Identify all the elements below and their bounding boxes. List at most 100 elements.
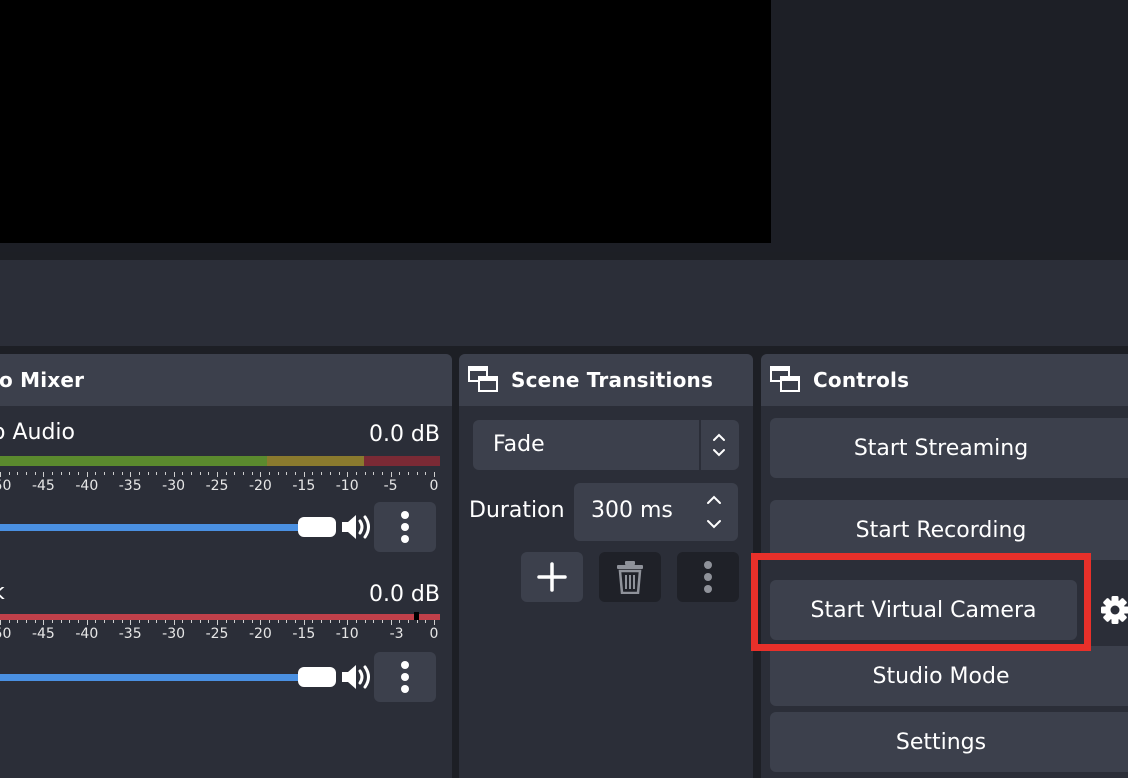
scale-tick: [121, 620, 123, 623]
scale-label: -20: [248, 478, 272, 494]
scale-tick: [243, 620, 245, 623]
preview-area: [0, 0, 1128, 252]
scale-tick: [416, 472, 418, 475]
gear-icon[interactable]: [1093, 580, 1128, 640]
scale-tick: [43, 620, 45, 625]
scale-label: -25: [205, 626, 229, 642]
scale-tick: [60, 472, 62, 475]
start-recording-button[interactable]: Start Recording: [770, 500, 1128, 560]
start-streaming-button[interactable]: Start Streaming: [770, 418, 1128, 478]
scale-tick: [112, 472, 114, 475]
scale-tick: [217, 472, 218, 477]
duration-value: 300 ms: [591, 498, 673, 523]
scale-tick: [355, 620, 357, 623]
scale-tick: [234, 472, 236, 475]
scale-tick: [69, 472, 71, 475]
scale-label: -40: [75, 626, 99, 642]
scale-tick: [190, 620, 192, 623]
scale-tick: [138, 472, 140, 475]
remove-transition-button[interactable]: [599, 552, 661, 602]
scale-label: -35: [118, 478, 142, 494]
scale-label: -35: [118, 626, 142, 642]
scale-tick: [347, 472, 349, 477]
scale-tick: [60, 620, 62, 623]
scale-tick: [373, 620, 375, 623]
scale-tick: [225, 620, 227, 623]
settings-button[interactable]: Settings: [770, 712, 1128, 772]
scale-label: -30: [162, 478, 186, 494]
vertical-dots-icon: [704, 561, 712, 593]
scale-tick: [156, 472, 158, 475]
audio-mixer-title: io Mixer: [0, 368, 85, 392]
scale-tick: [52, 620, 54, 623]
scale-tick: [234, 620, 236, 623]
speaker-icon[interactable]: [340, 662, 374, 692]
scale-tick: [364, 620, 366, 623]
scale-tick: [390, 620, 392, 625]
scale-label: -50: [0, 626, 12, 642]
scene-transitions-header: Scene Transitions: [459, 354, 753, 406]
scale-tick: [95, 620, 97, 623]
scale-tick: [243, 472, 245, 475]
scale-label: 0: [429, 478, 439, 494]
plus-icon: [537, 562, 567, 592]
scale-tick: [390, 472, 392, 477]
chevron-updown-icon[interactable]: [704, 489, 724, 535]
channel-db: 0.0 dB: [368, 422, 440, 447]
audio-mixer-header: io Mixer: [0, 354, 452, 406]
duration-label: Duration: [469, 498, 565, 523]
scale-tick: [112, 620, 114, 623]
scale-tick: [277, 472, 279, 475]
chevron-updown-icon[interactable]: [709, 428, 729, 462]
channel-db: 0.0 dB: [368, 582, 440, 607]
scale-tick: [17, 472, 19, 475]
mixer-channel-1: o Audio 0.0 dB -50-45-40-35-30-25-20-15-…: [0, 406, 452, 556]
scale-label: -45: [31, 626, 55, 642]
scale-tick: [251, 472, 253, 475]
scale-tick: [26, 472, 28, 475]
scale-tick: [434, 472, 435, 477]
scale-tick: [121, 472, 123, 475]
scale-tick: [69, 620, 71, 623]
scale-tick: [208, 472, 210, 475]
add-transition-button[interactable]: [521, 552, 583, 602]
scale-tick: [338, 472, 340, 475]
vertical-dots-icon: [401, 661, 409, 693]
volume-slider-handle[interactable]: [298, 517, 336, 537]
scale-tick: [407, 472, 409, 475]
speaker-icon[interactable]: [340, 512, 374, 542]
scale-label: -20: [248, 626, 272, 642]
scale-tick: [95, 472, 97, 475]
scale-tick: [130, 472, 132, 477]
volume-slider-handle[interactable]: [298, 667, 336, 687]
scale-tick: [26, 620, 28, 623]
scale-tick: [43, 472, 45, 477]
start-virtual-camera-button[interactable]: Start Virtual Camera: [770, 580, 1077, 640]
studio-mode-button[interactable]: Studio Mode: [770, 646, 1128, 706]
scale-tick: [147, 620, 149, 623]
duration-spinbox[interactable]: 300 ms: [574, 483, 738, 541]
scale-label: -3: [389, 626, 404, 642]
scale-label: -5: [383, 478, 398, 494]
scale-label: 0: [429, 626, 439, 642]
level-meter: [0, 456, 440, 466]
scale-tick: [217, 620, 218, 625]
scale-label: -15: [292, 626, 316, 642]
transition-select[interactable]: Fade: [473, 420, 739, 470]
scene-transitions-dock: Scene Transitions Fade Duration 300 ms: [459, 354, 753, 778]
scale-tick: [164, 472, 166, 475]
channel-menu-button[interactable]: [374, 652, 436, 702]
scale-tick: [364, 472, 366, 475]
volume-slider[interactable]: [0, 674, 312, 681]
scale-tick: [399, 472, 401, 475]
volume-slider[interactable]: [0, 524, 312, 531]
channel-menu-button[interactable]: [374, 502, 436, 552]
transition-properties-button[interactable]: [677, 552, 739, 602]
scale-tick: [78, 620, 80, 623]
scale-tick: [286, 620, 288, 623]
preview-canvas[interactable]: [0, 0, 771, 243]
scale-tick: [381, 620, 383, 623]
audio-mixer-dock: io Mixer o Audio 0.0 dB -50-45-40-35-30-…: [0, 354, 452, 778]
controls-title: Controls: [813, 368, 910, 392]
scale-tick: [347, 620, 349, 625]
